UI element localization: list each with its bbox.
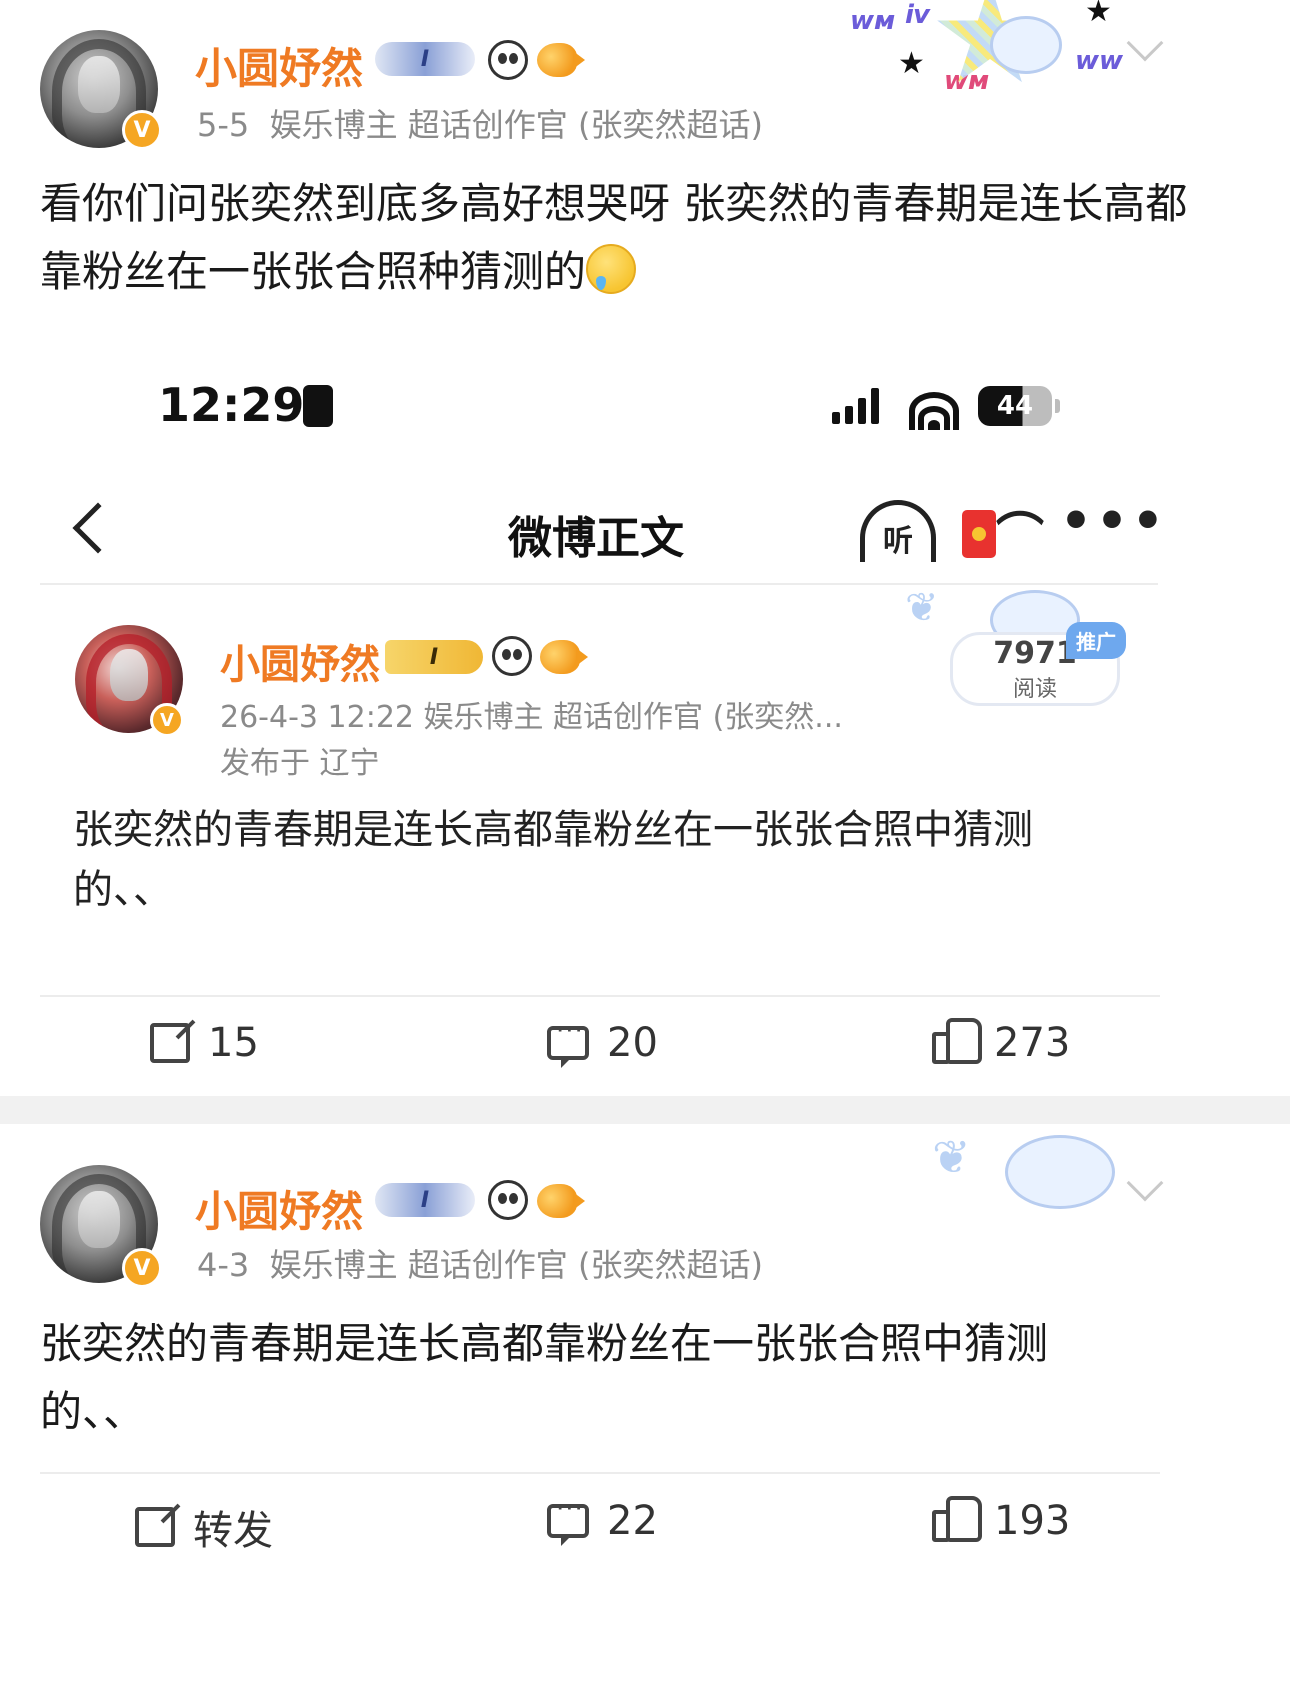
comment-icon <box>547 1016 589 1068</box>
divider <box>40 583 1158 585</box>
comment-button[interactable]: 20 <box>547 1016 658 1068</box>
red-packet-icon[interactable] <box>962 510 996 558</box>
pufferfish-icon[interactable] <box>540 640 588 674</box>
username[interactable]: 小圆妤然 <box>195 1178 363 1239</box>
comment-count: 22 <box>607 1498 658 1544</box>
post-tags: 娱乐博主 超话创作官 (张奕然超话) <box>269 1246 763 1284</box>
post-meta: 5-5 娱乐博主 超话创作官 (张奕然超话) <box>197 100 763 146</box>
post-tags: 娱乐博主 超话创作官 (张奕然超话) <box>269 106 763 144</box>
decor-scribble-icon: ᴡᴍ <box>850 6 896 36</box>
person-plus-icon[interactable]: ⌒ <box>996 496 1044 566</box>
reads-count: 7971 <box>993 635 1077 671</box>
divider <box>40 1472 1160 1474</box>
panda-icon[interactable] <box>488 40 528 80</box>
decor-star-icon: ★ <box>1085 0 1112 29</box>
repost-icon <box>135 1507 175 1547</box>
decor-star-icon: ★ <box>898 46 925 81</box>
decor-cloud-icon <box>990 16 1062 74</box>
repost-button[interactable]: 15 <box>150 1020 259 1066</box>
verified-badge: V <box>122 110 162 150</box>
chevron-down-icon[interactable] <box>1126 1164 1164 1202</box>
decor-scribble-icon: ⅳ <box>905 0 931 30</box>
contact-card-icon <box>303 385 333 427</box>
verified-badge: V <box>150 703 184 737</box>
listen-icon[interactable]: 听 <box>860 500 936 562</box>
pufferfish-icon[interactable] <box>537 1184 585 1218</box>
section-separator <box>0 1096 1290 1124</box>
verified-badge: V <box>122 1248 162 1288</box>
decor-cloud-icon <box>1005 1135 1115 1209</box>
like-count: 273 <box>994 1020 1071 1066</box>
post-date: 4-3 <box>197 1246 250 1284</box>
like-button[interactable]: 273 <box>932 1018 1071 1066</box>
decor-scribble-icon: ᴡᴡ <box>1075 46 1124 76</box>
inner-post-text: 张奕然的青春期是连长高都靠粉丝在一张张合照中猜测的、、 <box>73 807 1033 913</box>
nav-title: 微博正文 <box>508 513 684 564</box>
more-icon[interactable]: ••• <box>1060 492 1168 550</box>
signal-icon <box>832 386 879 424</box>
like-count: 193 <box>994 1498 1071 1544</box>
repost-label: 转发 <box>193 1508 273 1554</box>
repost-count: 15 <box>208 1020 259 1066</box>
like-icon <box>932 1496 982 1542</box>
wifi-icon <box>908 378 960 430</box>
like-icon <box>932 1018 982 1064</box>
decor-bow-icon: ❦ <box>932 1130 971 1184</box>
post-meta: 26-4-3 12:22 娱乐博主 超话创作官 (张奕然... <box>220 700 843 735</box>
username[interactable]: 小圆妤然 <box>220 632 380 690</box>
level-badge[interactable]: I <box>375 1183 475 1217</box>
post-date: 5-5 <box>197 106 250 144</box>
battery-icon: 44 <box>978 386 1060 426</box>
reads-label: 阅读 <box>1012 676 1057 702</box>
panda-icon[interactable] <box>492 636 532 676</box>
divider <box>40 995 1160 997</box>
repost-button[interactable]: 转发 <box>135 1498 273 1556</box>
post-text: 张奕然的青春期是连长高都靠粉丝在一张张合照中猜测的、、 <box>40 1319 1049 1436</box>
post-text: 看你们问张奕然到底多高好想哭呀 张奕然的青春期是连长高都靠粉丝在一张张合照种猜测… <box>40 179 1188 296</box>
level-badge[interactable]: I <box>375 42 475 76</box>
decor-bow-icon: ❦ <box>905 585 939 631</box>
repost-icon <box>150 1023 190 1063</box>
post-location: 发布于 辽宁 <box>220 746 380 781</box>
crown-level-badge[interactable]: I <box>385 640 483 674</box>
like-button[interactable]: 193 <box>932 1496 1071 1544</box>
chevron-down-icon[interactable] <box>1126 24 1164 62</box>
comment-icon <box>547 1494 589 1546</box>
pufferfish-icon[interactable] <box>537 43 585 77</box>
post-meta: 4-3 娱乐博主 超话创作官 (张奕然超话) <box>197 1240 763 1286</box>
comment-button[interactable]: 22 <box>547 1494 658 1546</box>
panda-icon[interactable] <box>488 1180 528 1220</box>
promo-tag: 推广 <box>1066 622 1126 659</box>
comment-count: 20 <box>607 1020 658 1066</box>
status-time: 12:29 <box>158 378 305 432</box>
username[interactable]: 小圆妤然 <box>195 35 363 96</box>
crying-emoji-icon <box>586 244 637 294</box>
back-arrow-icon[interactable] <box>72 502 124 554</box>
